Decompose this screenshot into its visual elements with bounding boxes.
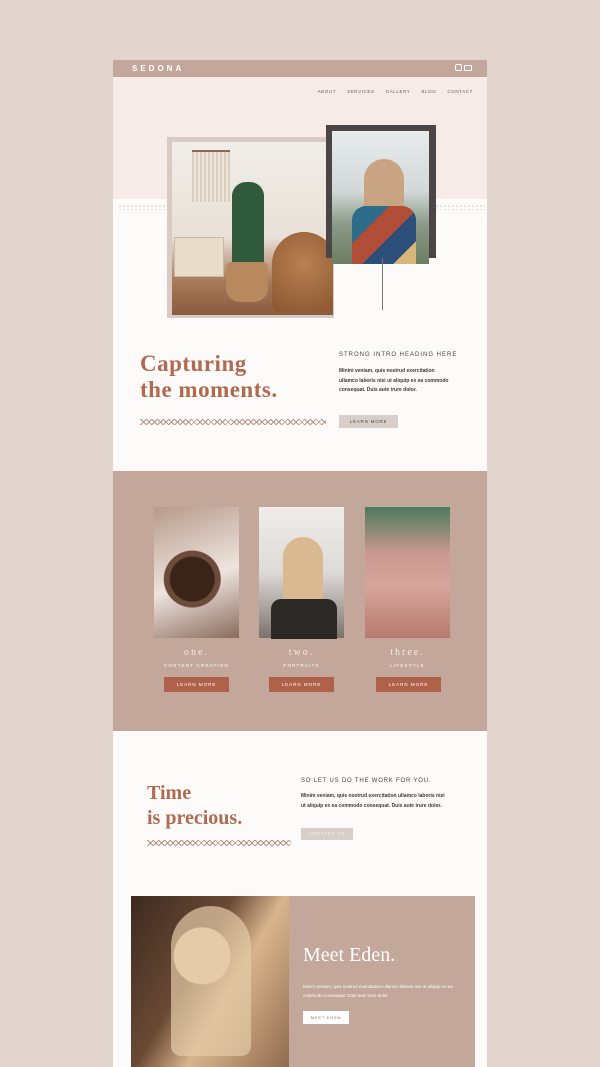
service-label: PORTRAITS xyxy=(283,663,320,668)
service-label: CONTENT CREATION xyxy=(163,663,230,668)
intro-title: Capturing the moments. xyxy=(140,351,278,403)
dresser xyxy=(174,237,224,277)
eden-hair xyxy=(171,906,251,1056)
intro-learn-more-button[interactable]: LEARN MORE xyxy=(339,415,398,428)
time-title-line2: is precious. xyxy=(147,807,243,829)
intro-title-line2: the moments. xyxy=(140,377,278,402)
service-number: one. xyxy=(184,647,209,658)
plant-pot xyxy=(226,262,268,302)
nav-blog[interactable]: BLOG xyxy=(421,89,436,94)
site-logo[interactable]: SEDONA xyxy=(132,64,184,73)
cactus-plant xyxy=(232,182,264,272)
macrame-hanging xyxy=(192,150,230,202)
time-heading: SO LET US DO THE WORK FOR YOU. xyxy=(301,778,432,784)
decorative-arrow xyxy=(140,419,326,425)
hero-interior-photo xyxy=(172,142,333,315)
main-nav: ABOUT SERVICES GALLERY BLOG CONTACT xyxy=(318,89,473,94)
contact-us-button[interactable]: CONTACT US xyxy=(301,828,353,840)
dot-pattern xyxy=(118,204,168,210)
eden-photo xyxy=(131,896,289,1067)
service-learn-more-button[interactable]: LEARN MORE xyxy=(164,677,229,692)
portrait-coat xyxy=(271,599,337,639)
nav-services[interactable]: SERVICES xyxy=(347,89,374,94)
meet-eden-button[interactable]: MEET EDEN xyxy=(303,1011,349,1024)
service-label: LIFESTYLE xyxy=(390,663,425,668)
website-page: SEDONA ABOUT SERVICES GALLERY BLOG CONTA… xyxy=(113,60,487,1067)
woman-shawl xyxy=(352,206,416,264)
hero-divider-line xyxy=(382,258,383,310)
rattan-chair xyxy=(272,232,333,312)
service-number: three. xyxy=(390,647,425,658)
service-image-lifestyle[interactable] xyxy=(365,507,450,638)
services-section: one. two. three. CONTENT CREATION PORTRA… xyxy=(113,471,487,731)
service-number: two. xyxy=(288,647,315,658)
eden-title: Meet Eden. xyxy=(303,944,396,966)
meet-eden-panel: Meet Eden. Minim veniam, quis nostrud ex… xyxy=(289,896,475,1067)
top-bar: SEDONA xyxy=(113,60,487,77)
decorative-arrow xyxy=(147,840,291,846)
intro-heading: STRONG INTRO HEADING HERE xyxy=(339,352,458,358)
service-image-portraits[interactable] xyxy=(259,507,344,639)
time-title-line1: Time xyxy=(147,782,192,804)
instagram-icon[interactable] xyxy=(455,64,462,71)
nav-contact[interactable]: CONTACT xyxy=(447,89,473,94)
hero-portrait-photo xyxy=(332,131,429,264)
mail-icon[interactable] xyxy=(464,65,472,71)
intro-title-line1: Capturing xyxy=(140,351,247,376)
eden-body: Minim veniam, quis nostrud exercitation … xyxy=(303,984,453,998)
nav-gallery[interactable]: GALLERY xyxy=(386,89,411,94)
intro-body: Minim veniam, quis nostrud exercitation … xyxy=(339,368,449,393)
time-body: Minim veniam, quis nostrud exercitation … xyxy=(301,793,445,809)
dot-pattern xyxy=(435,204,485,210)
service-learn-more-button[interactable]: LEARN MORE xyxy=(269,677,334,692)
nav-about[interactable]: ABOUT xyxy=(318,89,337,94)
service-learn-more-button[interactable]: LEARN MORE xyxy=(376,677,441,692)
service-image-content-creation[interactable] xyxy=(154,507,239,638)
time-title: Time is precious. xyxy=(147,781,242,831)
